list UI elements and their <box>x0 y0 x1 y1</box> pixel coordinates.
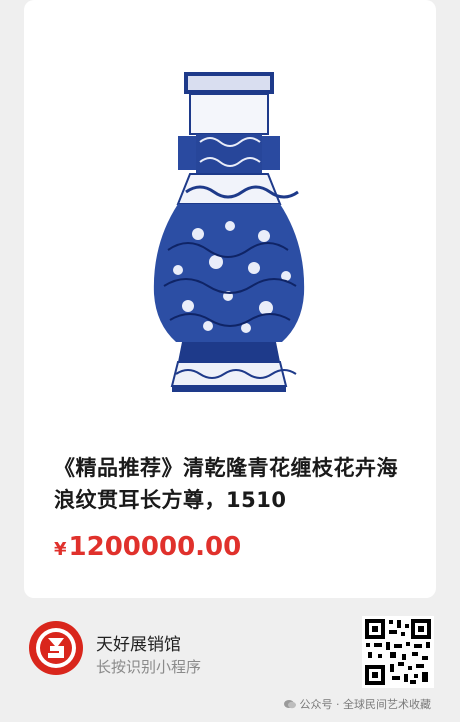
vase-drawing <box>153 72 305 392</box>
product-card[interactable]: 《精品推荐》清乾隆青花缠枝花卉海浪纹贯耳长方尊，1510 ¥1200000.00 <box>24 0 436 598</box>
watermark-text: 公众号 · 全球民间艺术收藏 <box>299 698 432 711</box>
price: ¥1200000.00 <box>54 532 241 562</box>
qr-code-icon[interactable] <box>362 616 434 688</box>
product-title[interactable]: 《精品推荐》清乾隆青花缠枝花卉海浪纹贯耳长方尊，1510 <box>54 452 416 516</box>
price-amount: 1200000.00 <box>68 532 242 562</box>
mini-program-hint: 长按识别小程序 <box>96 658 202 676</box>
vase-image[interactable] <box>58 24 402 434</box>
mini-program-footer[interactable]: 天好展销馆 长按识别小程序 <box>24 606 436 702</box>
brand-logo-icon <box>28 620 84 676</box>
wechat-icon <box>284 698 300 711</box>
price-currency: ¥ <box>54 539 67 560</box>
watermark: 公众号 · 全球民间艺术收藏 <box>284 696 431 712</box>
shop-name[interactable]: 天好展销馆 <box>96 630 181 655</box>
